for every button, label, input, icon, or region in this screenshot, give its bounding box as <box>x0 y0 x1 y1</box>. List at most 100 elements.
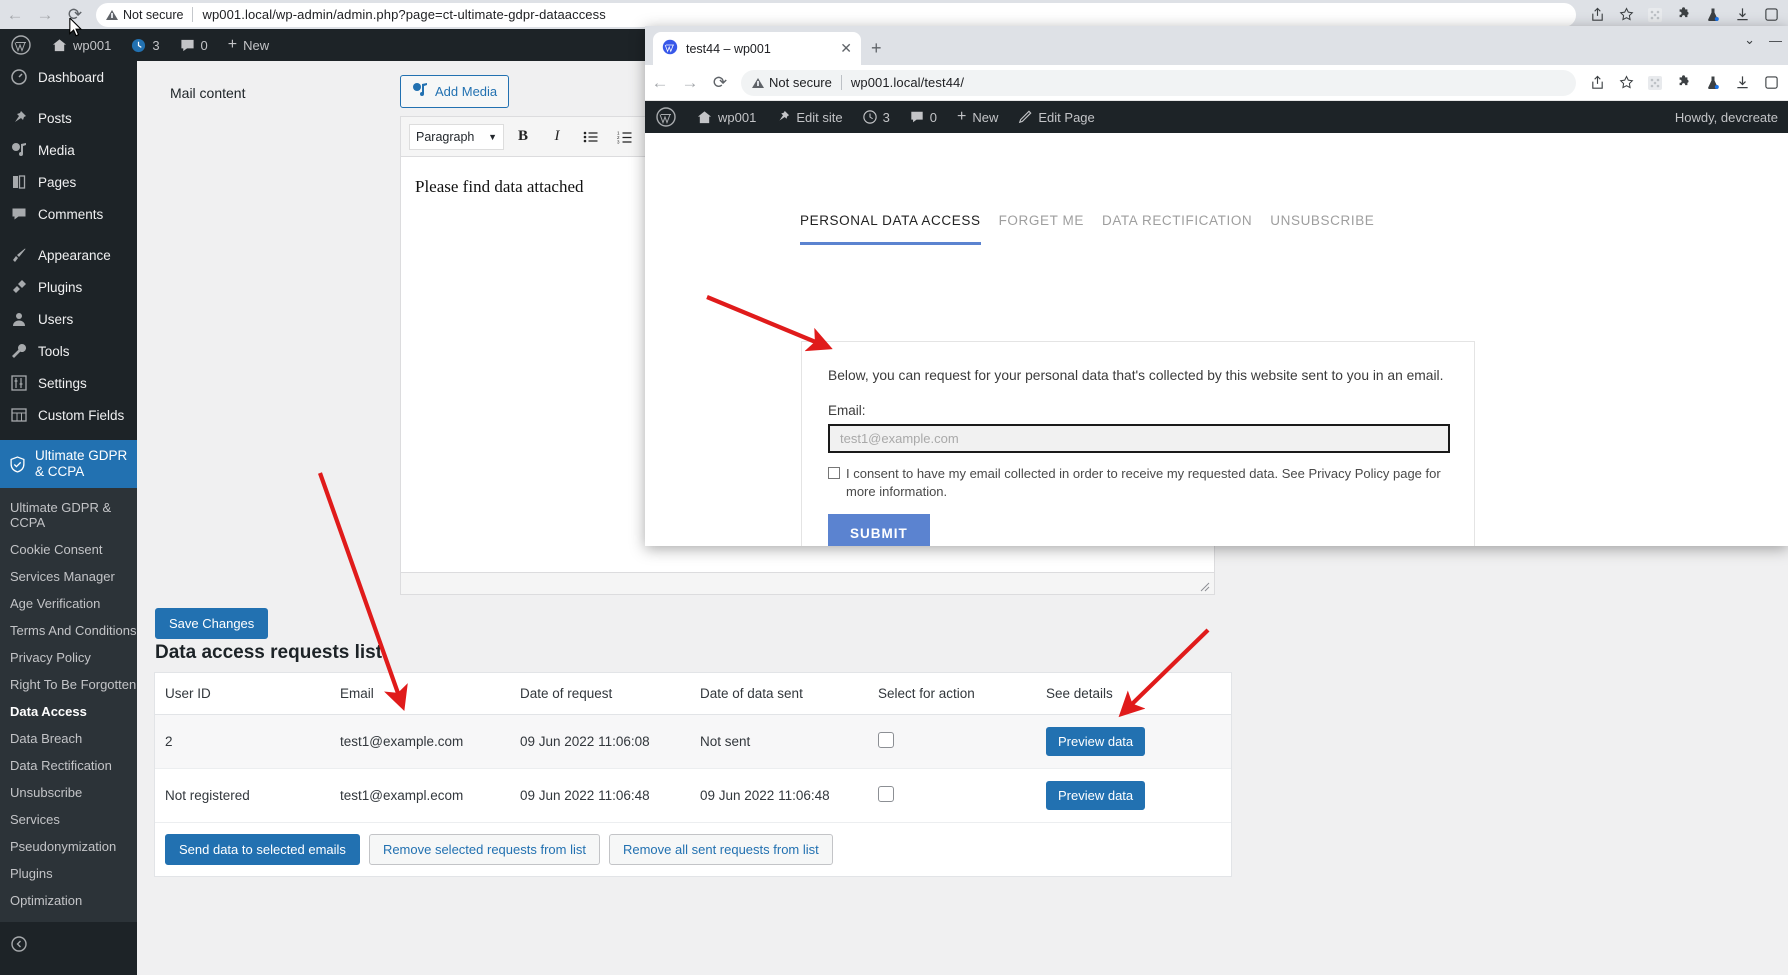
tab-forget-me[interactable]: FORGET ME <box>999 213 1084 245</box>
sidebar-item-collapse[interactable] <box>0 922 137 960</box>
wp-admin-sidebar: Dashboard Posts Media Pages Comments App… <box>0 61 137 975</box>
submenu-item-pseudonymization[interactable]: Pseudonymization <box>0 833 137 860</box>
share-icon[interactable] <box>1584 2 1610 28</box>
sidebar-item-posts[interactable]: Posts <box>0 102 137 134</box>
submenu-item-ultimate-gdpr-ccpa[interactable]: Ultimate GDPR & CCPA <box>0 494 137 536</box>
row-select-checkbox[interactable] <box>878 732 894 748</box>
lab-flask-icon[interactable] <box>1700 70 1726 96</box>
extensions-puzzle-icon[interactable] <box>1671 2 1697 28</box>
warning-triangle-icon <box>106 9 118 20</box>
security-label: Not secure <box>769 75 832 90</box>
sidebar-item-comments[interactable]: Comments <box>0 198 137 230</box>
submenu-item-services-manager[interactable]: Services Manager <box>0 563 137 590</box>
submenu-item-optimization[interactable]: Optimization <box>0 887 137 914</box>
submenu-item-privacy-policy[interactable]: Privacy Policy <box>0 644 137 671</box>
submenu-item-data-access[interactable]: Data Access <box>0 698 137 725</box>
puzzle-grid-icon[interactable] <box>1642 2 1668 28</box>
submenu-item-unsubscribe[interactable]: Unsubscribe <box>0 779 137 806</box>
submenu-item-data-breach[interactable]: Data Breach <box>0 725 137 752</box>
consent-checkbox[interactable] <box>828 467 840 479</box>
remove-selected-requests-button[interactable]: Remove selected requests from list <box>368 834 600 865</box>
row-select-checkbox[interactable] <box>878 786 894 802</box>
save-changes-button[interactable]: Save Changes <box>155 608 269 639</box>
preview-data-button[interactable]: Preview data <box>1046 727 1146 756</box>
download-icon[interactable] <box>1729 2 1755 28</box>
submenu-item-right-to-be-forgotten[interactable]: Right To Be Forgotten <box>0 671 137 698</box>
adminbar-edit-site[interactable]: Edit site <box>766 101 852 133</box>
sidebar-item-ultimate-gdpr-ccpa[interactable]: Ultimate GDPR & CCPA <box>0 440 137 489</box>
sidebar-item-users[interactable]: Users <box>0 303 137 335</box>
bulleted-list-icon[interactable] <box>576 122 606 152</box>
bold-icon[interactable]: B <box>508 122 538 152</box>
sidebar-item-dashboard[interactable]: Dashboard <box>0 61 137 93</box>
inner-address-bar[interactable]: Not secure wp001.local/test44/ <box>741 69 1576 96</box>
forward-icon[interactable]: → <box>675 69 705 97</box>
paragraph-format-select[interactable]: Paragraph ▼ <box>409 123 504 150</box>
profile-icon[interactable] <box>1758 2 1784 28</box>
wordpress-logo-icon[interactable] <box>0 29 42 61</box>
puzzle-grid-icon[interactable] <box>1642 70 1668 96</box>
sidebar-item-custom-fields[interactable]: Custom Fields <box>0 399 137 431</box>
send-data-to-selected-emails-button[interactable]: Send data to selected emails <box>165 834 360 865</box>
sidebar-item-tools[interactable]: Tools <box>0 335 137 367</box>
submenu-item-data-rectification[interactable]: Data Rectification <box>0 752 137 779</box>
share-icon[interactable] <box>1584 70 1610 96</box>
download-icon[interactable] <box>1729 70 1755 96</box>
sidebar-item-settings[interactable]: Settings <box>0 367 137 399</box>
tab-data-rectification[interactable]: DATA RECTIFICATION <box>1102 213 1252 245</box>
bookmark-star-icon[interactable] <box>1613 2 1639 28</box>
comment-bubble-icon <box>180 39 194 51</box>
preview-data-button[interactable]: Preview data <box>1046 781 1146 810</box>
remove-all-sent-requests-button[interactable]: Remove all sent requests from list <box>608 834 833 865</box>
sliders-icon <box>9 375 29 391</box>
submenu-item-age-verification[interactable]: Age Verification <box>0 590 137 617</box>
sidebar-item-plugins[interactable]: Plugins <box>0 271 137 303</box>
submenu-item-plugins[interactable]: Plugins <box>0 860 137 887</box>
tab-personal-data-access[interactable]: PERSONAL DATA ACCESS <box>800 213 981 245</box>
sidebar-item-appearance[interactable]: Appearance <box>0 239 137 271</box>
adminbar-new[interactable]: + New <box>947 101 1008 133</box>
table-row: Not registered test1@exampl.ecom 09 Jun … <box>155 768 1231 823</box>
howdy-label[interactable]: Howdy, devcreate <box>1675 110 1778 125</box>
address-bar[interactable]: Not secure wp001.local/wp-admin/admin.ph… <box>96 2 1576 27</box>
close-icon[interactable]: ✕ <box>840 40 852 57</box>
bookmark-star-icon[interactable] <box>1613 70 1639 96</box>
back-icon[interactable]: ← <box>0 1 30 29</box>
tab-search-chevron-icon[interactable]: ⌄ <box>1744 32 1755 48</box>
lab-flask-icon[interactable] <box>1700 2 1726 28</box>
back-icon[interactable]: ← <box>645 69 675 97</box>
email-input[interactable]: test1@example.com <box>828 424 1450 453</box>
resize-handle-icon[interactable] <box>1200 582 1210 592</box>
security-status[interactable]: Not secure <box>752 75 832 90</box>
adminbar-edit-page[interactable]: Edit Page <box>1008 101 1104 133</box>
adminbar-comments[interactable]: 0 <box>170 29 218 61</box>
security-status[interactable]: Not secure <box>106 8 183 22</box>
numbered-list-icon[interactable]: 123 <box>610 122 640 152</box>
extensions-puzzle-icon[interactable] <box>1671 70 1697 96</box>
add-media-button[interactable]: Add Media <box>400 75 510 108</box>
sidebar-item-media[interactable]: Media <box>0 134 137 166</box>
browser-tab[interactable]: test44 – wp001 ✕ <box>653 32 861 65</box>
submenu-item-cookie-consent[interactable]: Cookie Consent <box>0 536 137 563</box>
new-tab-button[interactable]: + <box>871 38 882 59</box>
sidebar-item-pages[interactable]: Pages <box>0 166 137 198</box>
italic-icon[interactable]: I <box>542 122 572 152</box>
adminbar-updates[interactable]: 3 <box>853 101 900 133</box>
submenu-item-services[interactable]: Services <box>0 806 137 833</box>
adminbar-comments[interactable]: 0 <box>900 101 947 133</box>
wordpress-logo-icon[interactable] <box>645 101 687 133</box>
column-header-user-id: User ID <box>155 673 330 715</box>
submenu-item-terms-and-conditions[interactable]: Terms And Conditions <box>0 617 137 644</box>
minimize-icon[interactable]: — <box>1769 33 1782 48</box>
adminbar-site-name[interactable]: wp001 <box>687 101 766 133</box>
tab-unsubscribe[interactable]: UNSUBSCRIBE <box>1270 213 1374 245</box>
profile-icon[interactable] <box>1758 70 1784 96</box>
submit-button[interactable]: SUBMIT <box>828 514 930 546</box>
adminbar-new[interactable]: + New <box>218 29 279 61</box>
reload-icon[interactable]: ⟳ <box>705 69 735 97</box>
cell-date-of-request: 09 Jun 2022 11:06:08 <box>510 714 690 769</box>
comment-bubble-icon <box>911 111 923 123</box>
forward-icon[interactable]: → <box>30 1 60 29</box>
adminbar-updates[interactable]: 3 <box>121 29 169 61</box>
chevron-down-icon: ▼ <box>488 131 497 142</box>
